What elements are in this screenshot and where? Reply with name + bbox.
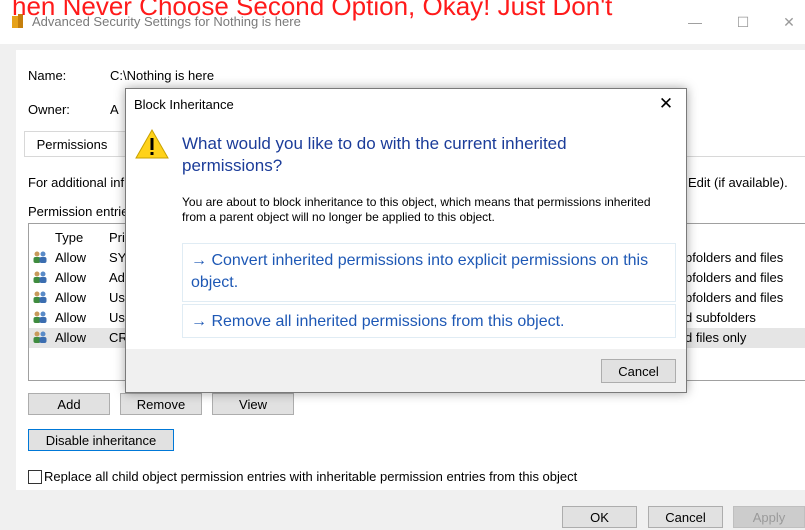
row-type: Allow <box>55 310 87 325</box>
owner-label: Owner: <box>28 102 70 117</box>
users-icon <box>33 331 47 343</box>
row-applies-to: bfolders and files <box>685 290 784 305</box>
column-header-principal[interactable]: Pri <box>109 230 125 245</box>
dialog-cancel-button[interactable]: Cancel <box>601 359 676 383</box>
users-icon <box>33 291 47 303</box>
disable-inheritance-button[interactable]: Disable inheritance <box>28 429 174 451</box>
users-icon <box>33 271 47 283</box>
row-type: Allow <box>55 330 87 345</box>
dialog-title: Block Inheritance <box>134 97 234 112</box>
view-button[interactable]: View <box>212 393 294 415</box>
convert-permissions-option[interactable]: → Convert inherited permissions into exp… <box>182 243 676 302</box>
add-button[interactable]: Add <box>28 393 110 415</box>
replace-child-permissions-checkbox[interactable] <box>28 470 42 484</box>
overlay-caption: hen Never Choose Second Option, Okay! Ju… <box>12 0 613 21</box>
row-applies-to: d files only <box>685 330 747 345</box>
row-type: Allow <box>55 250 87 265</box>
warning-icon <box>135 129 169 159</box>
arrow-right-icon: → <box>191 252 207 269</box>
edit-hint-text: Edit (if available). <box>688 175 788 190</box>
row-type: Allow <box>55 290 87 305</box>
tab-permissions[interactable]: Permissions <box>24 131 120 157</box>
row-applies-to: bfolders and files <box>685 270 784 285</box>
permission-entries-label: Permission entrie <box>28 204 129 219</box>
apply-button[interactable]: Apply <box>733 506 805 528</box>
row-principal: Ad <box>109 270 125 285</box>
replace-child-permissions-label: Replace all child object permission entr… <box>44 469 578 484</box>
remove-button[interactable]: Remove <box>120 393 202 415</box>
remove-permissions-option[interactable]: → Remove all inherited permissions from … <box>182 304 676 338</box>
users-icon <box>33 251 47 263</box>
arrow-right-icon: → <box>191 313 207 330</box>
additional-info-text: For additional inf <box>28 175 125 190</box>
cancel-button[interactable]: Cancel <box>648 506 723 528</box>
owner-value: A <box>110 102 119 117</box>
name-value: C:\Nothing is here <box>110 68 215 83</box>
users-icon <box>33 311 47 323</box>
ok-button[interactable]: OK <box>562 506 637 528</box>
dialog-close-button[interactable]: ✕ <box>654 93 678 115</box>
block-inheritance-dialog: Block Inheritance ✕ What would you like … <box>125 88 687 393</box>
dialog-description: You are about to block inheritance to th… <box>182 195 651 224</box>
row-applies-to: d subfolders <box>685 310 756 325</box>
column-header-type[interactable]: Type <box>55 230 83 245</box>
dialog-heading: What would you like to do with the curre… <box>182 134 567 175</box>
row-applies-to: bfolders and files <box>685 250 784 265</box>
remove-permissions-label: Remove all inherited permissions from th… <box>211 313 565 330</box>
name-label: Name: <box>28 68 67 83</box>
convert-permissions-label: Convert inherited permissions into expli… <box>191 252 649 291</box>
row-type: Allow <box>55 270 87 285</box>
